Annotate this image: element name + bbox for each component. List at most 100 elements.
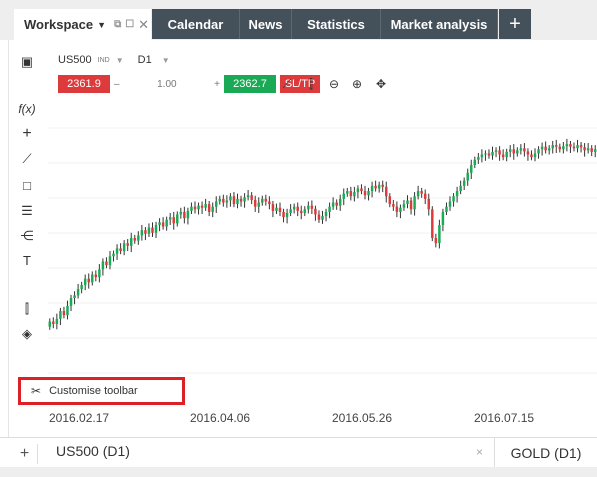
maximize-icon[interactable]: ☐ <box>125 19 134 30</box>
layers-icon[interactable]: ◈ <box>18 325 36 343</box>
candle-settings-icon[interactable]: ⫿ <box>18 300 36 318</box>
candle <box>484 153 487 155</box>
x-tick-label: 2016.02.17 <box>49 411 110 425</box>
candle <box>215 201 218 207</box>
candle <box>52 321 55 325</box>
candle <box>119 248 122 252</box>
zoom-in-icon[interactable]: ⊕ <box>349 76 365 92</box>
chevron-down-icon[interactable]: ▼ <box>162 56 170 65</box>
candle <box>151 227 154 233</box>
candle <box>76 289 80 296</box>
chart-tab-bar: + US500 (D1) × GOLD (D1) <box>0 437 597 468</box>
candle <box>544 146 547 151</box>
candle <box>129 238 133 246</box>
tab-news[interactable]: News <box>240 9 292 39</box>
candle <box>491 151 494 156</box>
fibonacci-icon[interactable]: ☰ <box>18 202 36 220</box>
candle <box>530 154 533 158</box>
candle <box>225 200 229 203</box>
candle-chart-icon[interactable]: ⫿ <box>303 76 319 92</box>
candle <box>158 222 161 225</box>
candle <box>292 206 296 210</box>
candle <box>423 193 427 199</box>
candle <box>349 191 353 197</box>
candle <box>73 295 76 298</box>
candle <box>250 195 253 200</box>
chart-tab-us500[interactable]: US500 (D1) <box>56 443 130 459</box>
candle <box>257 202 260 207</box>
candle <box>271 204 275 211</box>
chevron-down-icon[interactable]: ▼ <box>116 56 124 65</box>
indicator-icon[interactable]: f(x) <box>18 100 36 118</box>
buy-button[interactable]: 2362.7 <box>224 75 276 93</box>
tab-calendar[interactable]: Calendar <box>152 9 240 39</box>
top-tab-bar: Workspace ▼ ⧉ ☐ ✕ Calendar News Statisti… <box>0 0 597 40</box>
tab-statistics[interactable]: Statistics <box>292 9 381 39</box>
candle <box>562 146 565 150</box>
chart-tab-gold[interactable]: GOLD (D1) <box>494 438 597 468</box>
pitchfork-icon[interactable]: ⋲ <box>18 227 36 245</box>
volume-value[interactable]: 1.00 <box>157 79 176 90</box>
footer-strip <box>0 467 597 477</box>
candle <box>161 222 165 227</box>
candle <box>494 150 498 152</box>
candle <box>278 207 282 212</box>
candle <box>105 261 108 266</box>
candle <box>462 180 466 186</box>
move-icon[interactable]: ✥ <box>373 76 389 92</box>
candle <box>310 205 314 209</box>
candle <box>122 243 126 252</box>
workspace-tab[interactable]: Workspace ▼ ⧉ ☐ ✕ <box>14 9 151 40</box>
decrease-button[interactable]: – <box>114 79 120 90</box>
close-tab-icon[interactable]: × <box>476 445 483 459</box>
candle <box>186 210 190 219</box>
candle <box>154 224 158 233</box>
candle <box>197 205 200 210</box>
zoom-out-icon[interactable]: ⊖ <box>326 76 342 92</box>
candle <box>165 219 168 227</box>
candle <box>523 148 526 152</box>
candle <box>239 198 243 202</box>
candle <box>356 188 360 193</box>
candle <box>551 145 554 149</box>
chart-type-icon[interactable]: ▣ <box>18 53 36 71</box>
candle <box>473 159 477 165</box>
instrument-selector[interactable]: US500 IND ▼ D1 ▼ <box>58 54 170 66</box>
candle <box>331 202 335 207</box>
increase-button[interactable]: + <box>214 79 220 90</box>
tab-market-analysis[interactable]: Market analysis <box>381 9 498 39</box>
crosshair-icon[interactable]: + <box>18 125 36 143</box>
popout-icon[interactable]: ⧉ <box>114 19 121 30</box>
candle <box>268 201 271 205</box>
volume-stepper[interactable]: – 1.00 + <box>110 79 224 90</box>
close-icon[interactable]: ✕ <box>138 17 149 33</box>
candle <box>91 274 94 283</box>
add-chart-button[interactable]: + <box>12 444 38 464</box>
candle <box>243 197 246 202</box>
customise-toolbar-button[interactable]: ✂ Customise toolbar <box>18 377 185 405</box>
candle <box>87 278 90 283</box>
candle <box>593 149 597 152</box>
candle <box>360 188 363 192</box>
candle <box>406 200 409 205</box>
candle <box>335 202 338 206</box>
candle <box>470 164 473 173</box>
rectangle-icon[interactable]: □ <box>18 176 36 194</box>
candle <box>246 195 250 198</box>
candle <box>370 185 374 192</box>
chevron-down-icon[interactable]: ▼ <box>97 20 106 30</box>
candle <box>204 204 207 208</box>
candle <box>83 278 87 285</box>
candle <box>289 209 292 213</box>
line-chart-icon[interactable]: ⟋ <box>279 76 295 92</box>
symbol-label: US500 <box>58 54 92 66</box>
candle <box>168 217 172 220</box>
sell-button[interactable]: 2361.9 <box>58 75 110 93</box>
add-tab-button[interactable]: + <box>499 9 531 39</box>
candle <box>328 206 331 212</box>
price-chart[interactable] <box>48 98 597 398</box>
trendline-icon[interactable]: ⟋ <box>18 150 36 168</box>
x-tick-label: 2016.04.06 <box>190 411 251 425</box>
tools-icon: ✂ <box>31 384 42 398</box>
text-icon[interactable]: T <box>18 251 36 269</box>
